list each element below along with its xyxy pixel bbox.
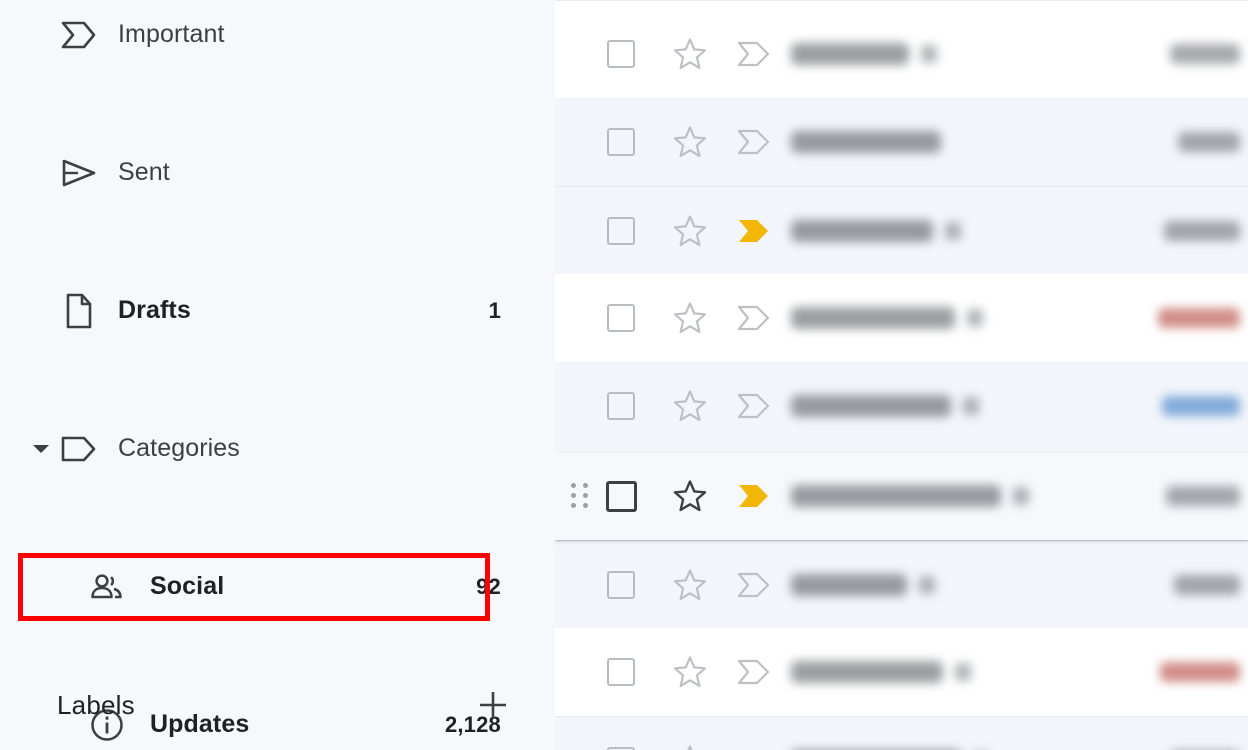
sender-count-badge (1013, 487, 1029, 505)
star-icon[interactable] (673, 125, 707, 159)
plus-icon[interactable] (473, 685, 513, 725)
list-top-divider (555, 0, 1248, 1)
star-icon[interactable] (673, 655, 707, 689)
sidebar-item-sent[interactable]: Sent (0, 138, 555, 207)
email-list (555, 0, 1248, 750)
email-subject-snippet (1162, 396, 1240, 416)
sender-count-badge (945, 222, 961, 240)
email-row[interactable] (555, 362, 1248, 450)
send-icon (56, 158, 102, 188)
checkbox-icon[interactable] (607, 128, 635, 156)
checkbox-icon[interactable] (607, 570, 635, 599)
sender-count-badge (955, 663, 971, 681)
important-marker-icon[interactable] (737, 304, 771, 332)
sender-name (791, 485, 1001, 507)
checkbox-icon[interactable] (607, 40, 635, 68)
sender-count-badge (963, 397, 979, 415)
sidebar-item-count: 92 (476, 573, 501, 599)
email-subject-snippet (1174, 575, 1240, 595)
important-chevron-icon (56, 20, 102, 50)
draft-file-icon (56, 293, 102, 329)
sender-name (791, 43, 909, 65)
email-row[interactable] (555, 10, 1248, 98)
email-row[interactable] (555, 98, 1248, 186)
labels-title: Labels (57, 689, 135, 720)
email-subject-snippet (1158, 308, 1240, 328)
sender-name (791, 220, 933, 242)
sender-name (791, 661, 943, 683)
sidebar-item-label: Sent (118, 158, 170, 186)
checkbox-icon[interactable] (607, 392, 635, 420)
sender-name (791, 131, 941, 153)
sender-count-badge (967, 309, 983, 327)
checkbox-icon[interactable] (607, 216, 635, 245)
sender-count-badge (921, 45, 937, 63)
important-marker-icon[interactable] (737, 128, 771, 156)
star-icon[interactable] (673, 389, 707, 423)
checkbox-icon[interactable] (607, 746, 635, 750)
email-row[interactable] (555, 452, 1248, 540)
caret-down-icon[interactable] (28, 443, 54, 455)
label-tag-icon (56, 435, 102, 463)
sidebar-item-count: 1 (488, 297, 501, 323)
checkbox-icon[interactable] (607, 658, 635, 686)
email-row[interactable] (555, 716, 1248, 750)
sender-name (791, 574, 907, 596)
important-marker-icon[interactable] (737, 217, 771, 245)
email-row[interactable] (555, 186, 1248, 274)
sidebar: Important Sent Drafts 1 Categories Socia… (0, 0, 555, 750)
checkbox-icon[interactable] (606, 480, 637, 512)
email-row[interactable] (555, 274, 1248, 362)
star-icon[interactable] (673, 479, 707, 513)
important-marker-icon[interactable] (737, 392, 771, 420)
important-marker-icon[interactable] (737, 482, 771, 510)
sidebar-item-categories[interactable]: Categories (0, 414, 555, 483)
important-marker-icon[interactable] (737, 571, 771, 599)
star-icon[interactable] (673, 568, 707, 602)
star-icon[interactable] (673, 37, 707, 71)
star-icon[interactable] (673, 301, 707, 335)
labels-section-header: Labels (0, 672, 555, 738)
email-subject-snippet (1164, 221, 1240, 241)
sidebar-item-label: Important (118, 20, 225, 48)
sender-name (791, 307, 955, 329)
sidebar-item-label: Drafts (118, 296, 191, 324)
sidebar-item-drafts[interactable]: Drafts 1 (0, 276, 555, 345)
email-subject-snippet (1170, 44, 1240, 64)
sidebar-item-label: Categories (118, 434, 240, 462)
star-icon[interactable] (673, 214, 707, 248)
important-marker-icon[interactable] (737, 658, 771, 686)
gmail-window: Important Sent Drafts 1 Categories Socia… (0, 0, 1248, 750)
people-icon (84, 572, 130, 602)
email-subject-snippet (1166, 486, 1240, 506)
star-icon[interactable] (673, 744, 707, 750)
drag-handle-icon[interactable] (571, 483, 589, 509)
sender-count-badge (919, 576, 935, 594)
email-subject-snippet (1160, 662, 1240, 682)
sidebar-item-label: Social (150, 572, 225, 600)
important-marker-icon[interactable] (737, 747, 771, 750)
email-row[interactable] (555, 628, 1248, 716)
important-marker-icon[interactable] (737, 40, 771, 68)
sender-name (791, 395, 951, 417)
sidebar-item-important[interactable]: Important (0, 0, 555, 69)
email-subject-snippet (1178, 132, 1240, 152)
sidebar-item-social[interactable]: Social 92 (0, 552, 555, 621)
email-row[interactable] (555, 540, 1248, 628)
checkbox-icon[interactable] (607, 304, 635, 332)
